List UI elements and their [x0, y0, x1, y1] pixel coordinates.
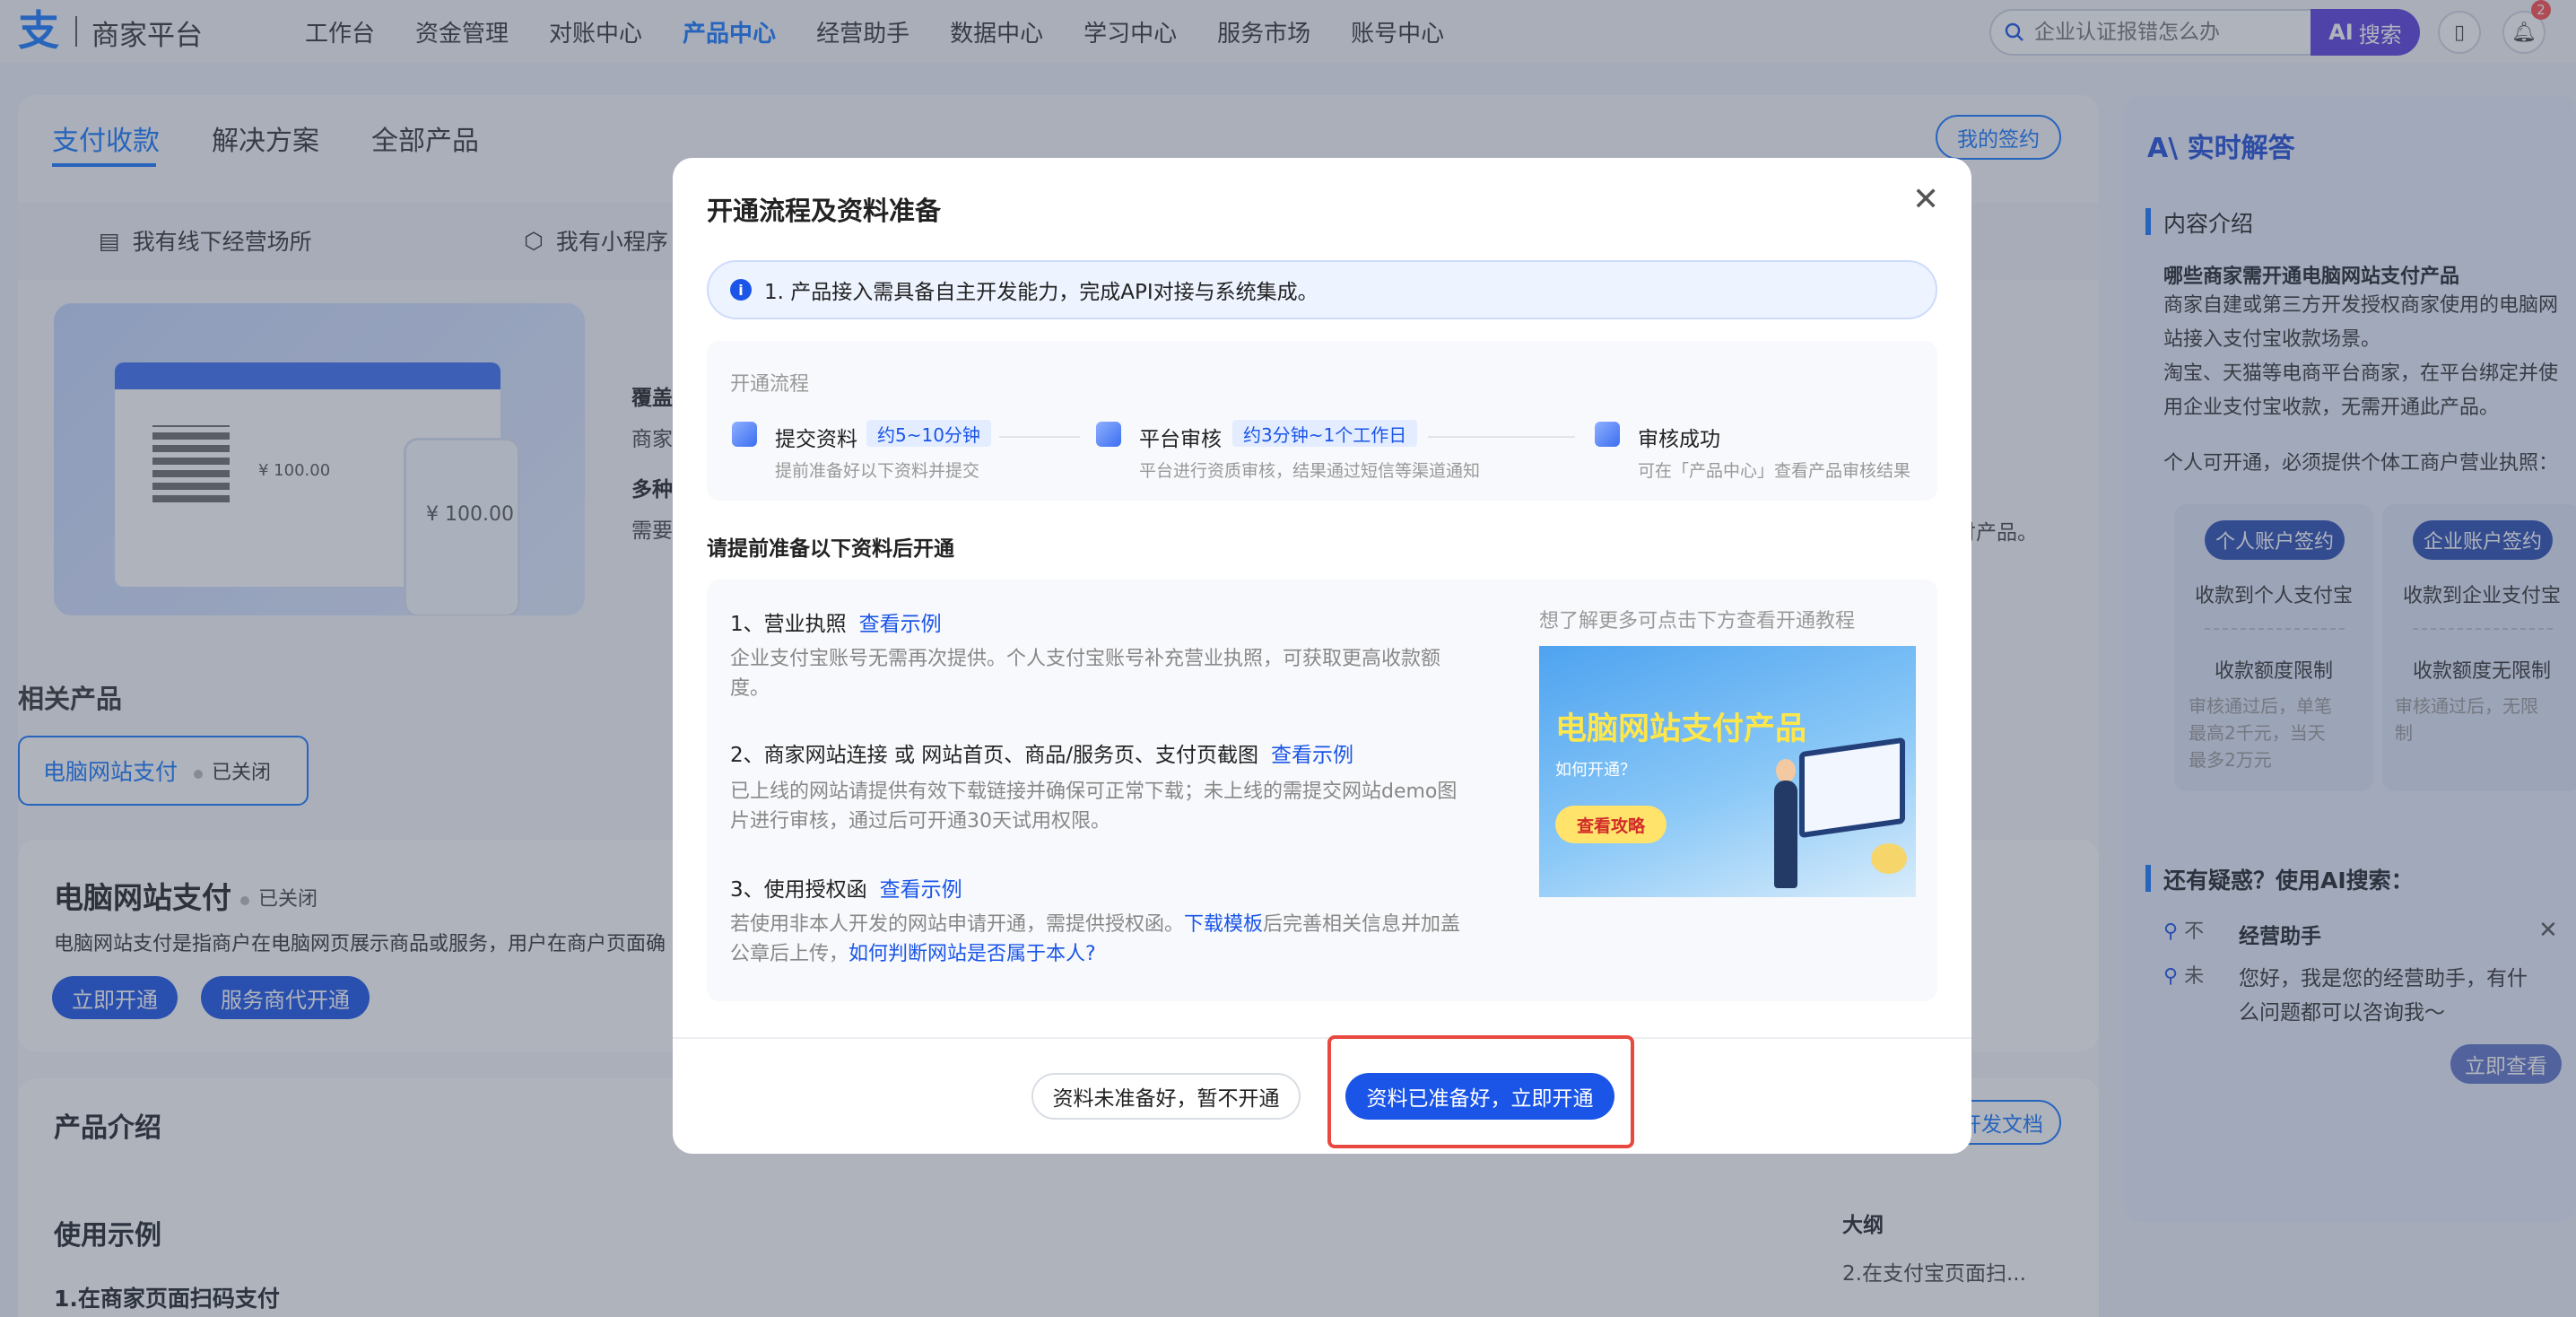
doc-item-heading: 3、使用授权函 查看示例 — [730, 878, 962, 902]
step-duration-tag: 约3分钟~1个工作日 — [1232, 420, 1418, 447]
step-name: 审核成功 — [1638, 428, 1720, 451]
doc-item-body: 企业支付宝账号无需再次提供。个人支付宝账号补充营业执照，可获取更高收款额度。 — [730, 648, 1441, 700]
flow-label: 开通流程 — [730, 373, 810, 396]
tutorial-title: 电脑网站支付产品 — [1555, 711, 1807, 747]
step-connector — [1428, 436, 1575, 438]
close-icon[interactable]: ✕ — [1912, 181, 1939, 218]
prep-title: 请提前准备以下资料后开通 — [707, 537, 954, 561]
doc-item-body: 若使用非本人开发的网站申请开通，需提供授权函。下载模板后完善相关信息并加盖公章后… — [730, 913, 1461, 965]
check-document-icon — [1595, 422, 1620, 447]
view-example-link[interactable]: 查看示例 — [1271, 744, 1353, 767]
person-illustration — [1774, 781, 1797, 888]
ownership-help-link[interactable]: 如何判断网站是否属于本人? — [849, 943, 1096, 965]
tutorial-banner[interactable]: 电脑网站支付产品 如何开通？ 查看攻略 — [1539, 646, 1916, 897]
doc-item-heading: 2、商家网站连接 或 网站首页、商品/服务页、支付页截图 查看示例 — [730, 744, 1354, 767]
step-description: 平台进行资质审核，结果通过短信等渠道通知 — [1139, 461, 1481, 481]
download-template-link[interactable]: 下载模板 — [1184, 913, 1263, 936]
step-description: 可在「产品中心」查看产品审核结果 — [1638, 461, 1911, 481]
modal-title: 开通流程及资料准备 — [707, 196, 942, 226]
step-name: 平台审核 — [1139, 428, 1222, 451]
view-guide-button[interactable]: 查看攻略 — [1555, 806, 1667, 843]
highlight-annotation — [1327, 1035, 1634, 1148]
modal-notice: i 1. 产品接入需具备自主开发能力，完成API对接与系统集成。 — [707, 260, 1937, 319]
doc-item-body: 已上线的网站请提供有效下载链接并确保可正常下载；未上线的需提交网站demo图片进… — [730, 781, 1458, 833]
tutorial-subtitle: 如何开通？ — [1555, 761, 1636, 780]
person-illustration — [1776, 759, 1796, 782]
view-example-link[interactable]: 查看示例 — [880, 878, 962, 902]
step-description: 提前准备好以下资料并提交 — [775, 461, 980, 481]
view-example-link[interactable]: 查看示例 — [859, 613, 942, 636]
not-ready-button[interactable]: 资料未准备好，暂不开通 — [1031, 1073, 1301, 1120]
step-duration-tag: 约5~10分钟 — [866, 420, 991, 447]
info-icon: i — [730, 279, 752, 301]
modal-notice-text: 1. 产品接入需具备自主开发能力，完成API对接与系统集成。 — [764, 281, 1318, 304]
modal-footer-divider — [673, 1037, 1971, 1039]
coins-illustration — [1871, 843, 1907, 874]
step-connector — [999, 436, 1080, 438]
doc-item-heading: 1、营业执照 查看示例 — [730, 613, 942, 636]
laptop-illustration — [1799, 737, 1905, 839]
document-icon — [1096, 422, 1121, 447]
tutorial-label: 想了解更多可点击下方查看开通教程 — [1539, 610, 1856, 632]
step-name: 提交资料 — [775, 428, 857, 451]
user-icon — [732, 422, 757, 447]
